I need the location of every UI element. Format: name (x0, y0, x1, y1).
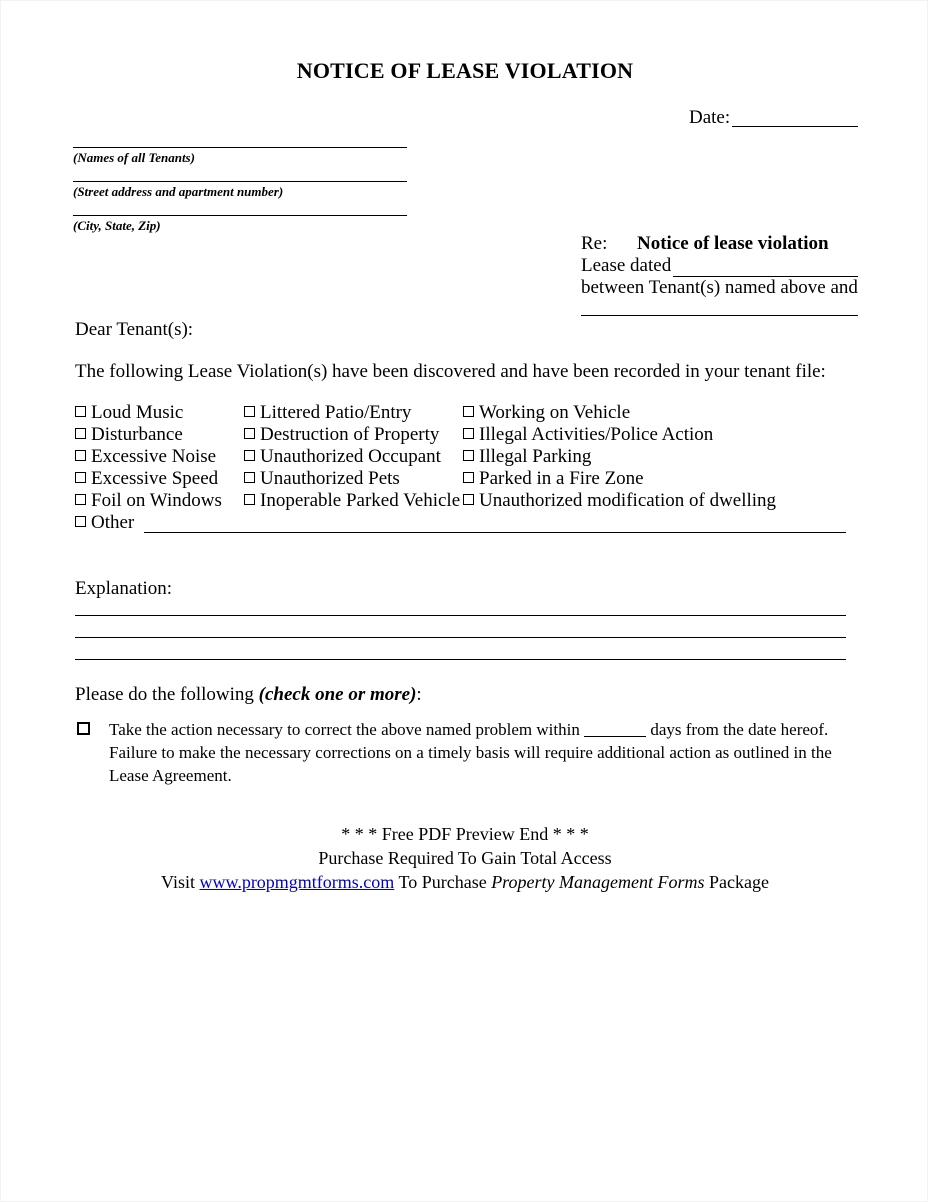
checkbox-icon[interactable] (244, 428, 255, 439)
checkbox-icon[interactable] (75, 516, 86, 527)
checkbox-icon[interactable] (463, 494, 474, 505)
checkbox-icon[interactable] (75, 450, 86, 461)
violation-option-illegal-activities-police-action[interactable]: Illegal Activities/Police Action (463, 424, 713, 446)
action-checkbox-item[interactable]: Take the action necessary to correct the… (75, 718, 846, 787)
date-field-label: Date: (689, 107, 731, 128)
violation-option-destruction-of-property[interactable]: Destruction of Property (244, 424, 439, 446)
checkbox-icon[interactable] (463, 428, 474, 439)
explanation-label: Explanation: (75, 578, 173, 599)
violation-option-unauthorized-modification-of-dwelling[interactable]: Unauthorized modification of dwelling (463, 490, 776, 512)
footer-visit-suffix: Package (704, 872, 769, 892)
footer-package-name: Property Management Forms (491, 872, 705, 892)
between-tenants-row: between Tenant(s) named above and (581, 277, 858, 299)
footer: * * * Free PDF Preview End * * * Purchas… (1, 822, 927, 894)
city-state-zip-line[interactable] (73, 215, 407, 216)
checkbox-icon[interactable] (75, 428, 86, 439)
violation-label: Inoperable Parked Vehicle (260, 490, 461, 511)
violation-label: Destruction of Property (260, 424, 440, 445)
action-text: Take the action necessary to correct the… (109, 718, 846, 787)
days-fill-in-blank[interactable] (584, 736, 647, 737)
violation-option-excessive-speed[interactable]: Excessive Speed (75, 468, 218, 490)
lease-dated-label: Lease dated (581, 255, 672, 276)
explanation-line-2[interactable] (75, 637, 846, 638)
checkbox-icon[interactable] (463, 450, 474, 461)
violation-option-working-on-vehicle[interactable]: Working on Vehicle (463, 402, 630, 424)
violation-option-foil-on-windows[interactable]: Foil on Windows (75, 490, 222, 512)
re-subject-value: Notice of lease violation (637, 233, 829, 254)
violation-label: Illegal Parking (479, 446, 592, 467)
checkbox-icon[interactable] (463, 406, 474, 417)
lease-dated-row: Lease dated (581, 255, 858, 277)
violation-option-disturbance[interactable]: Disturbance (75, 424, 183, 446)
violation-label: Foil on Windows (91, 490, 222, 511)
checkbox-icon[interactable] (244, 450, 255, 461)
explanation-line-1[interactable] (75, 615, 846, 616)
violation-option-unauthorized-occupant[interactable]: Unauthorized Occupant (244, 446, 441, 468)
footer-website-link[interactable]: www.propmgmtforms.com (199, 872, 394, 892)
checkbox-icon[interactable] (75, 406, 86, 417)
checkbox-icon[interactable] (463, 472, 474, 483)
violation-label: Disturbance (91, 424, 183, 445)
re-block: Re: Notice of lease violation Lease dated… (581, 233, 858, 299)
between-tenants-text: between Tenant(s) named above and (581, 277, 858, 298)
city-state-zip-label: (City, State, Zip) (73, 218, 161, 233)
violation-option-parked-in-a-fire-zone[interactable]: Parked in a Fire Zone (463, 468, 644, 490)
explanation-line-3[interactable] (75, 659, 846, 660)
action-text-part1: Take the action necessary to correct the… (109, 720, 580, 739)
instructions-lead: Please do the following (75, 684, 259, 705)
checkbox-icon[interactable] (244, 472, 255, 483)
violation-label: Working on Vehicle (479, 402, 631, 423)
street-address-label: (Street address and apartment number) (73, 184, 284, 199)
violation-option-littered-patio-entry[interactable]: Littered Patio/Entry (244, 402, 411, 424)
tenant-names-line[interactable] (73, 147, 407, 148)
footer-preview-end: * * * Free PDF Preview End * * * (341, 824, 589, 844)
instructions-trailing: : (416, 684, 422, 705)
violation-option-inoperable-parked-vehicle[interactable]: Inoperable Parked Vehicle (244, 490, 460, 512)
footer-visit-middle: To Purchase (394, 872, 492, 892)
date-fill-in-line[interactable] (732, 126, 858, 127)
footer-purchase-required: Purchase Required To Gain Total Access (318, 848, 612, 868)
violation-label: Other (91, 512, 135, 533)
violation-option-other[interactable]: Other (75, 512, 134, 534)
violation-option-unauthorized-pets[interactable]: Unauthorized Pets (244, 468, 400, 490)
checkbox-icon[interactable] (75, 472, 86, 483)
intro-paragraph: The following Lease Violation(s) have be… (75, 361, 826, 382)
checkbox-icon[interactable] (244, 494, 255, 505)
instructions-heading: Please do the following (check one or mo… (75, 684, 422, 706)
re-subject-row: Re: Notice of lease violation (581, 233, 858, 255)
violation-label: Unauthorized Occupant (260, 446, 441, 467)
violation-option-illegal-parking[interactable]: Illegal Parking (463, 446, 591, 468)
page-title: NOTICE OF LEASE VIOLATION (296, 58, 634, 83)
lease-date-fill-in-line[interactable] (673, 276, 858, 277)
footer-visit-line: Visit www.propmgmtforms.com To Purchase … (1, 870, 927, 894)
tenant-names-label: (Names of all Tenants) (73, 150, 195, 165)
checkbox-icon[interactable] (77, 722, 90, 735)
violation-label: Excessive Speed (91, 468, 219, 489)
landlord-fill-in-line[interactable] (581, 315, 858, 316)
footer-visit-prefix: Visit (161, 872, 200, 892)
violation-label: Unauthorized Pets (260, 468, 400, 489)
re-label: Re: (581, 233, 608, 254)
violation-label: Excessive Noise (91, 446, 217, 467)
street-address-line[interactable] (73, 181, 407, 182)
violation-label: Parked in a Fire Zone (479, 468, 644, 489)
violation-option-excessive-noise[interactable]: Excessive Noise (75, 446, 216, 468)
violation-label: Illegal Activities/Police Action (479, 424, 714, 445)
salutation: Dear Tenant(s): (75, 319, 194, 340)
violation-label: Loud Music (91, 402, 184, 423)
checkbox-icon[interactable] (75, 494, 86, 505)
violation-option-loud-music[interactable]: Loud Music (75, 402, 183, 424)
violation-label: Littered Patio/Entry (260, 402, 412, 423)
document-page: NOTICE OF LEASE VIOLATION Date: (Names o… (0, 0, 928, 1202)
checkbox-icon[interactable] (244, 406, 255, 417)
other-fill-in-line[interactable] (144, 532, 846, 533)
violation-label: Unauthorized modification of dwelling (479, 490, 777, 511)
instructions-emphasis: (check one or more) (258, 684, 417, 705)
